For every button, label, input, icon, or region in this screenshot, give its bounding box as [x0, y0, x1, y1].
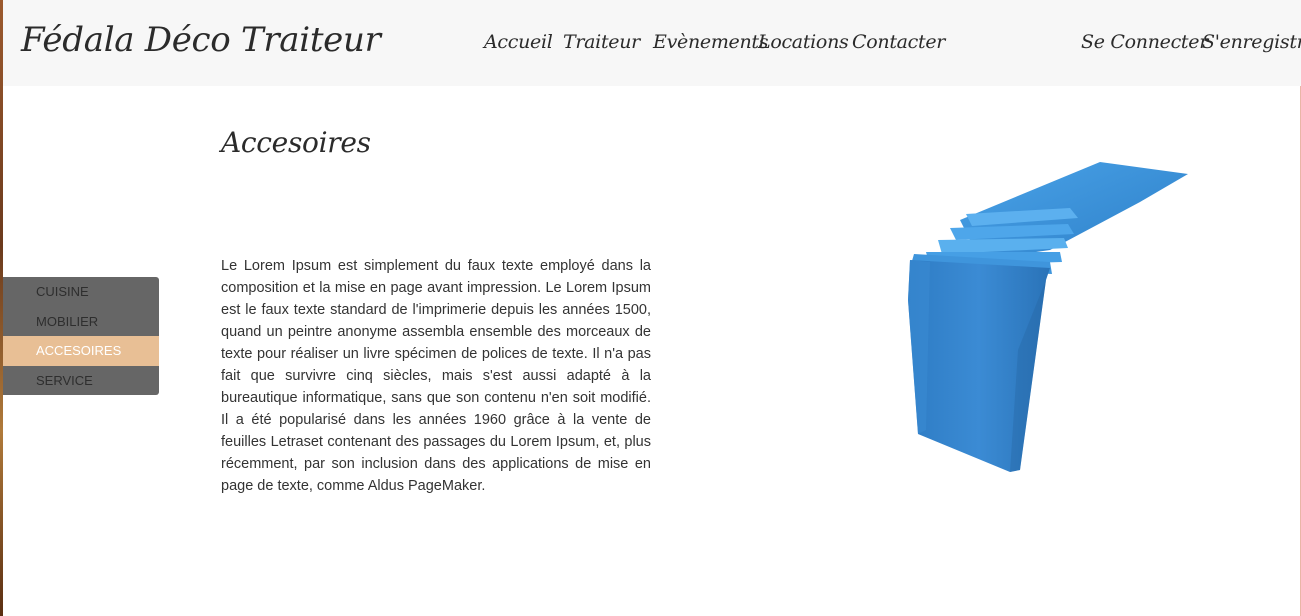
nav-item-evenements[interactable]: Evènements	[653, 28, 769, 56]
site-header: Fédala Déco Traiteur Accueil Traiteur Ev…	[3, 0, 1301, 86]
category-sidemenu: CUISINE MOBILIER ACCESOIRES SERVICE	[3, 277, 159, 395]
register-link[interactable]: S'enregistrer	[1202, 28, 1301, 56]
table-runner-illustration	[908, 162, 1188, 472]
nav-item-traiteur[interactable]: Traiteur	[563, 28, 640, 56]
nav-item-accueil[interactable]: Accueil	[484, 28, 553, 56]
nav-item-locations[interactable]: Locations	[758, 28, 849, 56]
description-text: Le Lorem Ipsum est simplement du faux te…	[221, 258, 651, 494]
login-link[interactable]: Se Connecter	[1081, 28, 1208, 56]
sidemenu-item-service[interactable]: SERVICE	[3, 366, 159, 396]
sidemenu-item-accesoires[interactable]: ACCESOIRES	[3, 336, 159, 366]
nav-item-contacter[interactable]: Contacter	[852, 28, 945, 56]
brand-logo[interactable]: Fédala Déco Traiteur	[21, 18, 381, 62]
page-title: Accesoires	[221, 126, 371, 159]
sidemenu-item-cuisine[interactable]: CUISINE	[3, 277, 159, 307]
product-image	[900, 150, 1200, 480]
sidemenu-item-mobilier[interactable]: MOBILIER	[3, 307, 159, 337]
page: Fédala Déco Traiteur Accueil Traiteur Ev…	[0, 0, 1301, 616]
